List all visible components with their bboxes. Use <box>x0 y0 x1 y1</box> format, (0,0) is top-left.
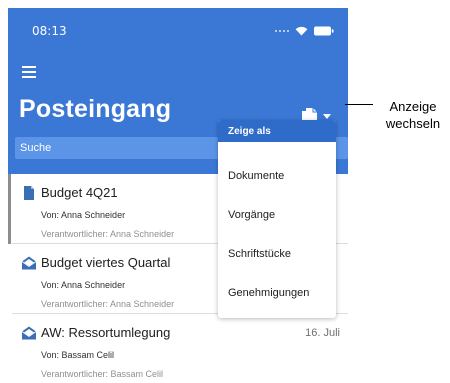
menu-item-label: Genehmigungen <box>228 287 310 299</box>
message-responsible: Verantwortlicher: Anna Schneider <box>41 299 175 309</box>
callout-line-2: wechseln <box>385 116 441 131</box>
menu-item-label: Vorgänge <box>228 209 276 221</box>
message-from: Von: Anna Schneider <box>41 210 126 220</box>
menu-item-label: Schriftstücke <box>228 248 291 260</box>
phone-screen: 08:13 Posteingang Suche Budget 4Q21 Von:… <box>8 8 348 383</box>
open-envelope-icon <box>21 256 37 270</box>
message-responsible: Verantwortlicher: Anna Schneider <box>41 229 175 239</box>
message-title: AW: Ressortumlegung <box>41 325 171 340</box>
signal-dots-icon <box>275 30 289 32</box>
menu-item-genehmigungen[interactable]: Genehmigungen <box>218 275 336 311</box>
menu-item-dokumente[interactable]: Dokumente <box>218 158 336 194</box>
message-from: Von: Bassam Celil <box>41 350 115 360</box>
message-responsible: Verantwortlicher: Bassam Celil <box>41 369 164 379</box>
message-title: Budget viertes Quartal <box>41 255 171 270</box>
wifi-icon <box>295 26 308 36</box>
callout-line <box>345 104 373 105</box>
menu-item-vorgaenge[interactable]: Vorgänge <box>218 197 336 233</box>
dropdown-header-label: Zeige als <box>228 126 271 137</box>
status-time: 08:13 <box>32 24 67 38</box>
menu-button[interactable] <box>22 66 38 78</box>
message-row[interactable]: AW: Ressortumlegung 16. Juli Von: Bassam… <box>8 314 348 383</box>
document-icon <box>24 186 34 200</box>
hamburger-menu-icon <box>22 66 36 68</box>
status-icons <box>275 24 334 38</box>
view-dropdown-menu: Zeige als Dokumente Vorgänge Schriftstüc… <box>218 120 336 318</box>
callout-annotation: Anzeige wechseln <box>376 98 450 132</box>
message-title: Budget 4Q21 <box>41 185 118 200</box>
search-placeholder: Suche <box>20 142 52 154</box>
message-from: Von: Anna Schneider <box>41 280 126 290</box>
callout-line-1: Anzeige <box>389 99 437 114</box>
menu-item-schriftstuecke[interactable]: Schriftstücke <box>218 236 336 272</box>
dropdown-header: Zeige als <box>218 120 336 142</box>
menu-item-label: Dokumente <box>228 170 285 182</box>
battery-icon <box>314 26 334 36</box>
message-date: 16. Juli <box>305 327 340 339</box>
page-title: Posteingang <box>19 95 172 123</box>
open-envelope-icon <box>21 326 37 340</box>
